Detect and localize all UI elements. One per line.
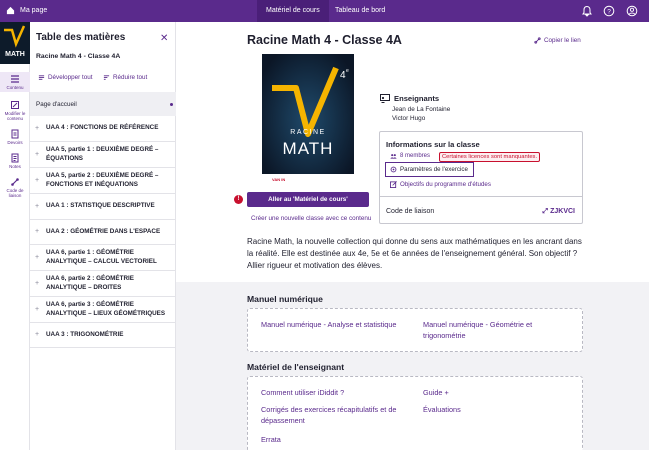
resource-link[interactable]: Comment utiliser iDiddit ?	[261, 388, 411, 399]
link-icon	[534, 37, 541, 44]
alert-icon: !	[234, 195, 243, 204]
rail-item-notes[interactable]: Notes	[0, 153, 30, 169]
expand-all-button[interactable]: Développer tout	[38, 74, 92, 81]
link-code-row: Code de liaison ⤢ ZJKVCI	[380, 196, 582, 223]
list-icon	[11, 75, 19, 83]
user-icon[interactable]	[626, 5, 638, 17]
home-icon	[6, 6, 15, 15]
expand-plus-icon[interactable]: +	[35, 253, 39, 262]
expand-plus-icon[interactable]: +	[35, 176, 39, 185]
toc-item[interactable]: + UAA 3 : TRIGONOMÉTRIE	[30, 323, 176, 348]
expand-plus-icon[interactable]: +	[35, 305, 39, 314]
resource-link[interactable]: Évaluations	[423, 405, 563, 416]
toc-item[interactable]: + UAA 4 : FONCTIONS DE RÉFÉRENCE	[30, 116, 176, 142]
toc-item[interactable]: + UAA 6, partie 3 : GÉOMÉTRIE ANALYTIQUE …	[30, 297, 176, 323]
rail-item-content[interactable]: Contenu	[0, 72, 30, 92]
toc-item-home[interactable]: Page d'accueil	[30, 92, 176, 116]
expand-plus-icon[interactable]: +	[35, 330, 39, 339]
main-content: Racine Math 4 - Classe 4A Copier le lien…	[176, 22, 649, 450]
rail-item-link-code[interactable]: Code de liaison	[0, 177, 30, 198]
digital-manual-link[interactable]: Manuel numérique - Géométrie et trigonom…	[423, 320, 563, 342]
teacher-material-title: Matériel de l'enseignant	[247, 362, 345, 372]
home-label: Ma page	[20, 7, 48, 14]
curriculum-objectives-link[interactable]: Objectifs du programme d'études	[390, 181, 491, 188]
class-info-heading: Informations sur la classe	[386, 140, 480, 149]
teacher-name: Jean de La Fontaine	[392, 106, 451, 113]
users-icon	[390, 154, 397, 159]
svg-text:VAN IN: VAN IN	[272, 177, 285, 182]
rail-item-assignments[interactable]: Devoirs	[0, 129, 30, 145]
home-link[interactable]: Ma page	[6, 6, 47, 15]
missing-licenses-warning: Certaines licences sont manquantes.	[439, 152, 541, 162]
toc-item[interactable]: + UAA 6, partie 1 : GÉOMÉTRIE ANALYTIQUE …	[30, 245, 176, 271]
expand-icon	[38, 75, 45, 80]
svg-text:RACINE: RACINE	[290, 129, 325, 136]
svg-text:?: ?	[607, 8, 611, 15]
link-code-label: Code de liaison	[386, 208, 435, 215]
rail-item-edit-content[interactable]: Modifier le contenu	[0, 100, 30, 121]
link-code-value[interactable]: ⤢ ZJKVCI	[543, 208, 575, 216]
edit-icon	[390, 181, 397, 188]
digital-manual-link[interactable]: Manuel numérique - Analyse et statistiqu…	[261, 320, 416, 331]
collapse-all-button[interactable]: Réduire tout	[103, 74, 147, 81]
expand-plus-icon[interactable]: +	[35, 279, 39, 288]
tab-course-material[interactable]: Matériel de cours	[257, 0, 329, 22]
collapse-icon	[103, 75, 110, 80]
digital-manual-title: Manuel numérique	[247, 294, 323, 304]
resource-link[interactable]: Errata	[261, 435, 411, 446]
teacher-icon	[380, 94, 390, 103]
active-indicator	[170, 103, 173, 106]
page-title: Racine Math 4 - Classe 4A	[247, 33, 402, 47]
help-icon[interactable]: ?	[603, 5, 615, 17]
teachers-heading: Enseignants	[394, 94, 440, 103]
members-link[interactable]: 8 membres	[390, 153, 430, 159]
left-rail: MATH Contenu Modifier le contenu Devoirs…	[0, 22, 30, 450]
table-of-contents-panel: Table des matières ✕ Racine Math 4 - Cla…	[30, 22, 176, 450]
toc-item[interactable]: + UAA 5, partie 1 : DEUXIÈME DEGRÉ – ÉQUA…	[30, 142, 176, 168]
resource-link[interactable]: Corrigés des exercices récapitulatifs et…	[261, 405, 411, 427]
toc-title: Table des matières	[36, 32, 126, 43]
toc-item[interactable]: + UAA 6, partie 2 : GÉOMÉTRIE ANALYTIQUE …	[30, 271, 176, 297]
book-cover: 4 e RACINE MATH VAN IN	[262, 54, 354, 184]
link-icon: ⤢	[542, 208, 551, 215]
exercise-settings-button[interactable]: Paramètres de l'exercice	[385, 162, 474, 177]
svg-text:e: e	[346, 68, 349, 74]
expand-plus-icon[interactable]: +	[35, 124, 39, 133]
svg-text:MATH: MATH	[5, 51, 25, 58]
class-description: Racine Math, la nouvelle collection qui …	[247, 237, 582, 270]
close-icon[interactable]: ✕	[160, 33, 168, 44]
notes-icon	[11, 153, 19, 163]
gear-icon	[390, 166, 397, 173]
create-class-link[interactable]: Créer une nouvelle classe avec ce conten…	[251, 215, 371, 222]
expand-plus-icon[interactable]: +	[35, 150, 39, 159]
top-navigation-bar: Ma page Matériel de cours Tableau de bor…	[0, 0, 649, 22]
resource-link[interactable]: Guide +	[423, 388, 563, 399]
bell-icon[interactable]	[581, 5, 593, 17]
toc-item[interactable]: + UAA 2 : GÉOMÉTRIE DANS L'ESPACE	[30, 220, 176, 245]
digital-manual-card: Manuel numérique - Analyse et statistiqu…	[247, 308, 583, 352]
expand-plus-icon[interactable]: +	[35, 227, 39, 236]
expand-plus-icon[interactable]: +	[35, 202, 39, 211]
edit-icon	[11, 101, 19, 109]
link-icon	[11, 178, 19, 186]
svg-text:MATH: MATH	[283, 139, 334, 158]
toc-item[interactable]: + UAA 1 : STATISTIQUE DESCRIPTIVE	[30, 194, 176, 220]
toc-item[interactable]: + UAA 5, partie 2 : DEUXIÈME DEGRÉ – FONC…	[30, 168, 176, 194]
toc-class-name: Racine Math 4 - Classe 4A	[36, 53, 121, 60]
tab-dashboard[interactable]: Tableau de bord	[326, 0, 394, 22]
teacher-name: Victor Hugo	[392, 115, 426, 123]
go-to-course-material-button[interactable]: Aller au 'Matériel de cours'	[247, 192, 369, 207]
class-info-box: Informations sur la classe 8 membres Cer…	[379, 131, 583, 224]
copy-link-button[interactable]: Copier le lien	[534, 37, 581, 44]
teachers-section: Enseignants Jean de La Fontaine Victor H…	[380, 94, 450, 124]
toc-list: Page d'accueil + UAA 4 : FONCTIONS DE RÉF…	[30, 92, 176, 348]
class-overview: Racine Math 4 - Classe 4A Copier le lien…	[176, 22, 649, 282]
tasks-icon	[11, 129, 19, 139]
book-thumbnail: MATH	[0, 22, 30, 64]
teacher-material-card: Comment utiliser iDiddit ? Guide + Corri…	[247, 376, 583, 450]
